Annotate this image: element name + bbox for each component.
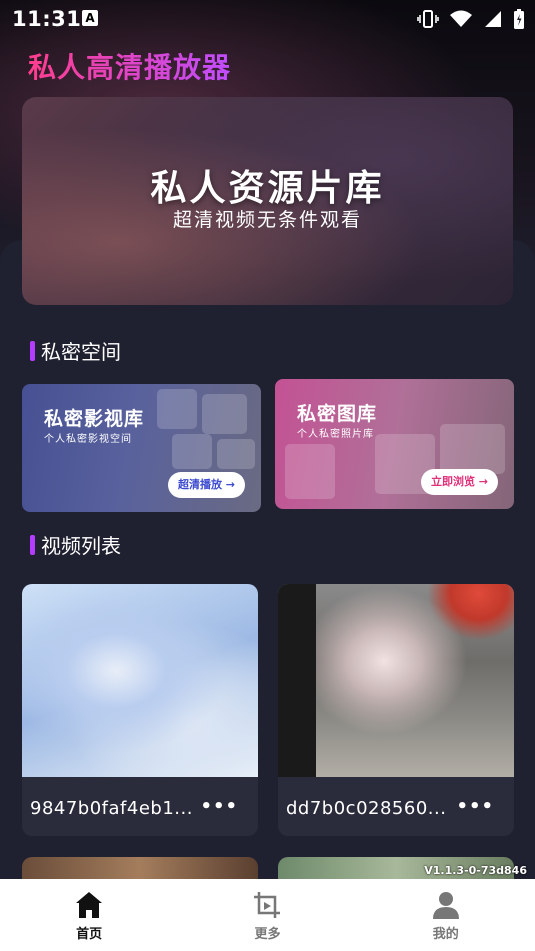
card-title: 私密图库 <box>297 403 378 425</box>
section-private-space: 私密空间 <box>30 336 121 365</box>
tab-label: 我的 <box>432 927 459 942</box>
wifi-icon <box>449 9 473 33</box>
tab-me[interactable]: 我的 <box>386 879 506 951</box>
status-icons <box>417 8 525 34</box>
battery-icon <box>513 8 525 34</box>
hero-title: 私人资源片库 <box>150 168 385 209</box>
thumbnail-sign <box>278 584 316 777</box>
tab-home[interactable]: 首页 <box>29 879 149 951</box>
app-title: 私人高清播放器 <box>28 46 231 86</box>
thumbnail-tile <box>202 394 247 434</box>
section-accent-bar <box>30 340 35 361</box>
tab-label: 更多 <box>254 927 281 942</box>
bottom-tab-bar: 首页 更多 我的 <box>0 879 535 951</box>
more-options-icon[interactable]: ••• <box>456 796 494 817</box>
thumbnail-tile <box>157 389 197 429</box>
thumbnail-tile <box>172 434 212 469</box>
hero-subtitle: 超清视频无条件观看 <box>172 209 362 231</box>
card-subtitle: 个人私密照片库 <box>297 429 374 440</box>
version-label: V1.1.3-0-73d846 <box>424 864 527 877</box>
hero-banner[interactable]: 私人资源片库 超清视频无条件观看 <box>22 97 513 305</box>
status-bar: 11:31 A <box>0 0 535 36</box>
private-video-library-card[interactable]: 私密影视库 个人私密影视空间 超清播放 → <box>22 384 261 512</box>
person-icon <box>432 892 459 919</box>
card-subtitle: 个人私密影视空间 <box>44 434 132 445</box>
signal-icon <box>483 9 503 33</box>
hd-play-button[interactable]: 超清播放 → <box>167 472 245 498</box>
crop-icon <box>254 892 281 918</box>
video-item[interactable]: 9847b0faf4eb1... ••• <box>22 584 258 836</box>
video-thumbnail[interactable] <box>278 584 514 777</box>
status-time: 11:31 <box>12 7 82 31</box>
video-name: 9847b0faf4eb1... <box>30 798 193 819</box>
tab-label: 首页 <box>76 927 103 942</box>
thumbnail-tile <box>217 439 255 469</box>
browse-now-button[interactable]: 立即浏览 → <box>420 469 498 495</box>
thumbnail-tile <box>440 424 505 474</box>
video-item[interactable]: dd7b0c028560... ••• <box>278 584 514 836</box>
notification-badge: A <box>82 10 98 26</box>
section-video-list: 视频列表 <box>30 530 121 559</box>
card-title: 私密影视库 <box>44 408 145 430</box>
video-name: dd7b0c028560... <box>286 798 447 819</box>
section-title: 私密空间 <box>41 340 121 364</box>
home-icon <box>76 892 103 918</box>
more-options-icon[interactable]: ••• <box>200 796 238 817</box>
thumbnail-tile <box>285 444 335 499</box>
section-title: 视频列表 <box>41 534 121 558</box>
section-accent-bar <box>30 534 35 555</box>
tab-more[interactable]: 更多 <box>207 879 327 951</box>
video-thumbnail[interactable] <box>22 584 258 777</box>
vibrate-icon <box>417 9 439 33</box>
private-photo-library-card[interactable]: 私密图库 个人私密照片库 立即浏览 → <box>275 379 514 509</box>
